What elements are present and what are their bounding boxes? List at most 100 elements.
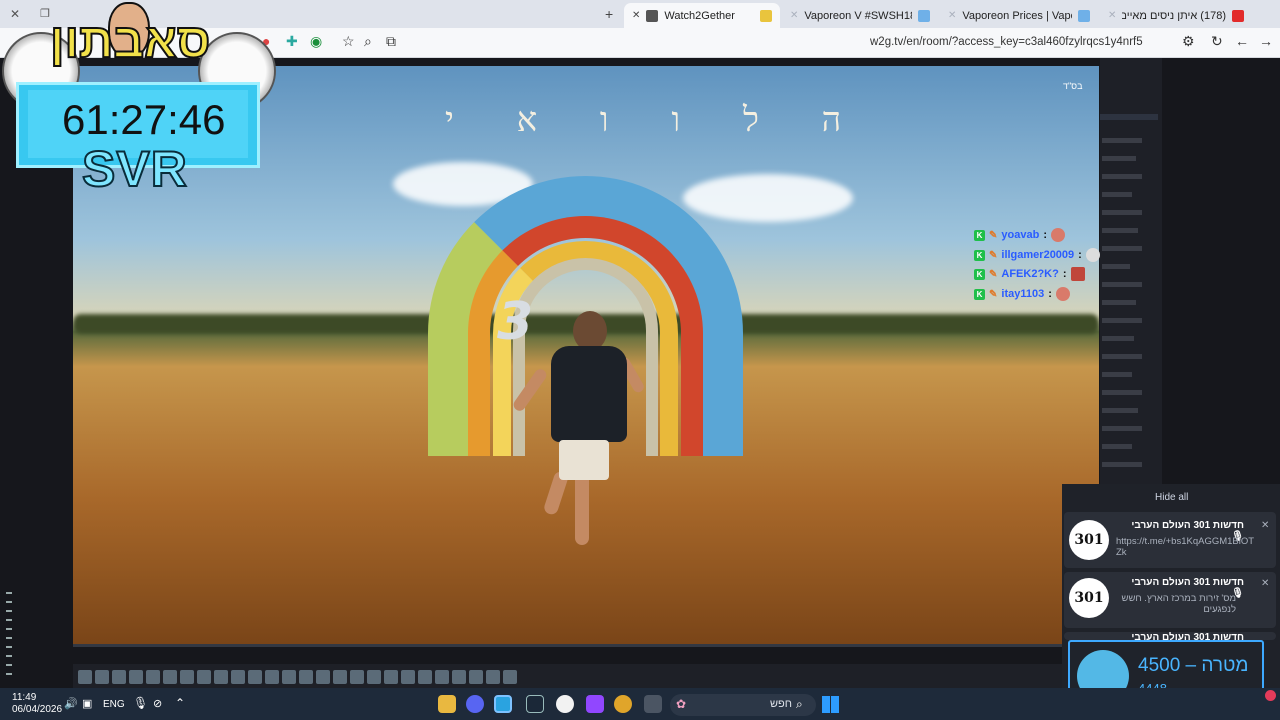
tab-vaporeon-v[interactable]: ✕ Vaporeon V #SWSH181 Prices <box>782 3 938 28</box>
playlist-thumb[interactable] <box>316 670 330 684</box>
viewer-entry: K ✎ itay1103: <box>974 286 1070 302</box>
install-app-icon[interactable]: ⧉ <box>386 33 396 50</box>
restore-window-icon[interactable]: ❐ <box>40 7 50 20</box>
svr-tag: SVR <box>81 140 188 198</box>
playlist-thumb[interactable] <box>350 670 364 684</box>
close-tab-icon[interactable]: ✕ <box>632 10 640 21</box>
tab-label: Watch2Gether <box>664 9 735 22</box>
taskbar-date[interactable]: 06/04/2026 <box>12 704 62 715</box>
playlist-thumb[interactable] <box>367 670 381 684</box>
chat-panel-tabs[interactable] <box>1100 114 1158 120</box>
language-indicator[interactable]: ENG <box>103 699 125 710</box>
close-tab-icon[interactable]: ✕ <box>790 10 798 21</box>
tab-youtube[interactable]: ✕ (178) איתן ניסים מאיים על מאו <box>1100 3 1252 28</box>
video-progress-bar[interactable] <box>73 644 1099 647</box>
close-window-icon[interactable]: ✕ <box>10 7 20 21</box>
playlist-thumb[interactable] <box>282 670 296 684</box>
notification-title: חדשות 301 העולם הערבי 🎙 <box>1131 632 1244 640</box>
chat-line <box>1102 372 1132 377</box>
taskbar-time[interactable]: 11:49 <box>12 692 36 703</box>
playlist-thumb[interactable] <box>401 670 415 684</box>
playlist-thumb[interactable] <box>503 670 517 684</box>
playlist-thumb[interactable] <box>231 670 245 684</box>
taskbar-search[interactable] <box>670 694 816 716</box>
chat-line <box>1102 228 1138 233</box>
close-notification-icon[interactable]: ✕ <box>1261 520 1269 531</box>
display-icon[interactable]: ▣ <box>82 697 92 710</box>
pencil-icon: ✎ <box>989 288 998 300</box>
forward-icon[interactable]: → <box>1259 33 1273 49</box>
reload-icon[interactable]: ↻ <box>1211 33 1223 50</box>
playlist-thumb[interactable] <box>78 670 92 684</box>
pencil-icon: ✎ <box>989 249 998 261</box>
tab-vaporeon-prices[interactable]: ✕ Vaporeon Prices | Vaporeon List <box>940 3 1098 28</box>
tab-watch2gether[interactable]: ✕ Watch2Gether <box>624 3 780 28</box>
chat-line <box>1102 264 1130 269</box>
notification-body: מס' זירות במרכז הארץ. חשש לנפגעים <box>1121 593 1236 615</box>
steam-icon[interactable] <box>526 695 544 713</box>
tab-label: Vaporeon V #SWSH181 Prices <box>804 9 912 22</box>
playlist-thumb[interactable] <box>384 670 398 684</box>
playlist-thumb[interactable] <box>452 670 466 684</box>
playlist-thumb[interactable] <box>469 670 483 684</box>
playlist-thumb[interactable] <box>129 670 143 684</box>
vaporeon-favicon-icon <box>1078 9 1090 22</box>
microphone-icon[interactable]: 🎙 <box>133 696 148 710</box>
volume-icon[interactable]: 🔊 <box>64 697 78 710</box>
chat-line <box>1102 408 1138 413</box>
avatar <box>1085 248 1100 262</box>
twitch-icon[interactable] <box>586 695 604 713</box>
chrome-icon[interactable] <box>614 695 632 713</box>
task-view-icon[interactable] <box>644 695 662 713</box>
app-icon[interactable] <box>556 695 574 713</box>
kick-icon: K <box>974 268 985 280</box>
close-tab-icon[interactable]: ✕ <box>948 10 956 21</box>
playlist-thumb[interactable] <box>214 670 228 684</box>
playlist-thumb[interactable] <box>180 670 194 684</box>
windows-taskbar <box>0 688 1280 720</box>
kick-icon: K <box>974 229 985 241</box>
avatar <box>1070 267 1085 281</box>
translate-icon[interactable]: ✚ <box>286 33 298 50</box>
playlist-thumb[interactable] <box>299 670 313 684</box>
chat-line <box>1102 318 1142 323</box>
shirt-number: 3 <box>497 292 534 352</box>
playlist-thumb[interactable] <box>163 670 177 684</box>
close-notification-icon[interactable]: ✕ <box>1261 578 1269 589</box>
back-icon[interactable]: ← <box>1235 33 1249 49</box>
playlist-thumb[interactable] <box>112 670 126 684</box>
close-tab-icon[interactable]: ✕ <box>1108 10 1116 21</box>
chat-panel[interactable] <box>1100 58 1162 488</box>
playlist-thumb[interactable] <box>486 670 500 684</box>
zoom-icon[interactable]: ⌕ <box>364 33 372 50</box>
bookmark-star-icon[interactable]: ☆ <box>342 33 355 50</box>
chat-line <box>1102 426 1142 431</box>
telegram-icon[interactable] <box>494 695 512 713</box>
playlist-thumb[interactable] <box>265 670 279 684</box>
hide-all-button[interactable]: Hide all <box>1155 492 1188 503</box>
pencil-icon: ✎ <box>989 268 998 280</box>
playlist-thumb[interactable] <box>146 670 160 684</box>
playlist-thumb[interactable] <box>95 670 109 684</box>
new-tab-icon[interactable]: + <box>605 6 613 22</box>
site-settings-icon[interactable]: ⚙ <box>1182 33 1195 50</box>
side-toolbar[interactable] <box>6 592 12 680</box>
search-icon[interactable]: ⌕ <box>796 697 803 712</box>
chat-line <box>1102 390 1142 395</box>
chat-line <box>1102 282 1142 287</box>
boy-shorts <box>559 440 609 480</box>
video-corner-text: בס"ד <box>1063 81 1083 91</box>
file-explorer-icon[interactable] <box>438 695 456 713</box>
grammarly-icon[interactable]: ◉ <box>310 33 322 50</box>
playlist-thumb[interactable] <box>418 670 432 684</box>
discord-icon[interactable] <box>466 695 484 713</box>
playlist-thumb[interactable] <box>333 670 347 684</box>
chat-line <box>1102 138 1142 143</box>
playlist-thumb[interactable] <box>197 670 211 684</box>
playlist-thumb[interactable] <box>435 670 449 684</box>
show-hidden-icons-icon[interactable]: ⌃ <box>175 696 185 710</box>
start-menu-icon[interactable] <box>822 696 839 713</box>
playlist-thumb[interactable] <box>248 670 262 684</box>
network-icon[interactable]: ⊘ <box>153 697 162 710</box>
url-field[interactable]: w2g.tv/en/room/?access_key=c3al460fzylrq… <box>870 36 1143 48</box>
